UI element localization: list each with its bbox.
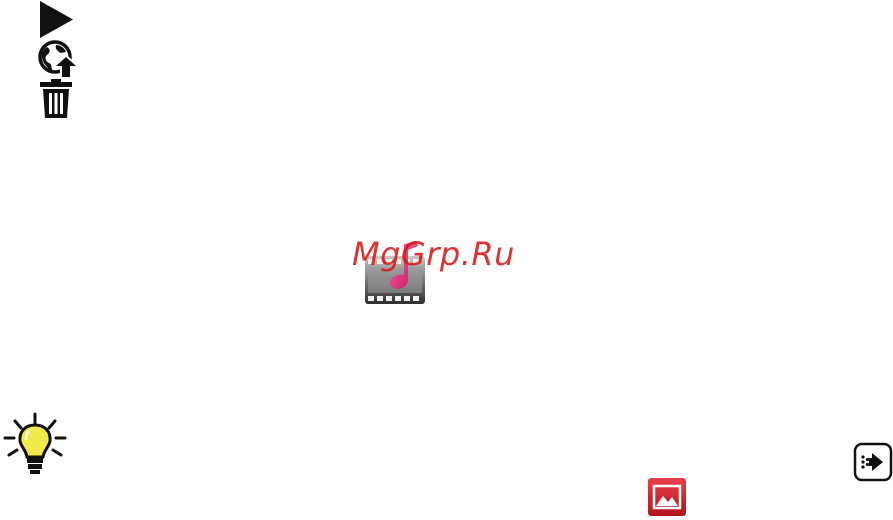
manual-page: { "page": { "watermark": "MgGrp.Ru" }, "… <box>0 0 893 517</box>
play-icon[interactable] <box>38 1 74 38</box>
lightbulb-icon <box>3 411 67 475</box>
photo-gallery-icon <box>648 478 686 516</box>
globe-upload-icon[interactable] <box>38 40 80 80</box>
watermark-text: MgGrp.Ru <box>352 235 515 273</box>
trash-icon[interactable] <box>39 79 73 118</box>
forward-arrow-icon[interactable] <box>853 442 893 482</box>
